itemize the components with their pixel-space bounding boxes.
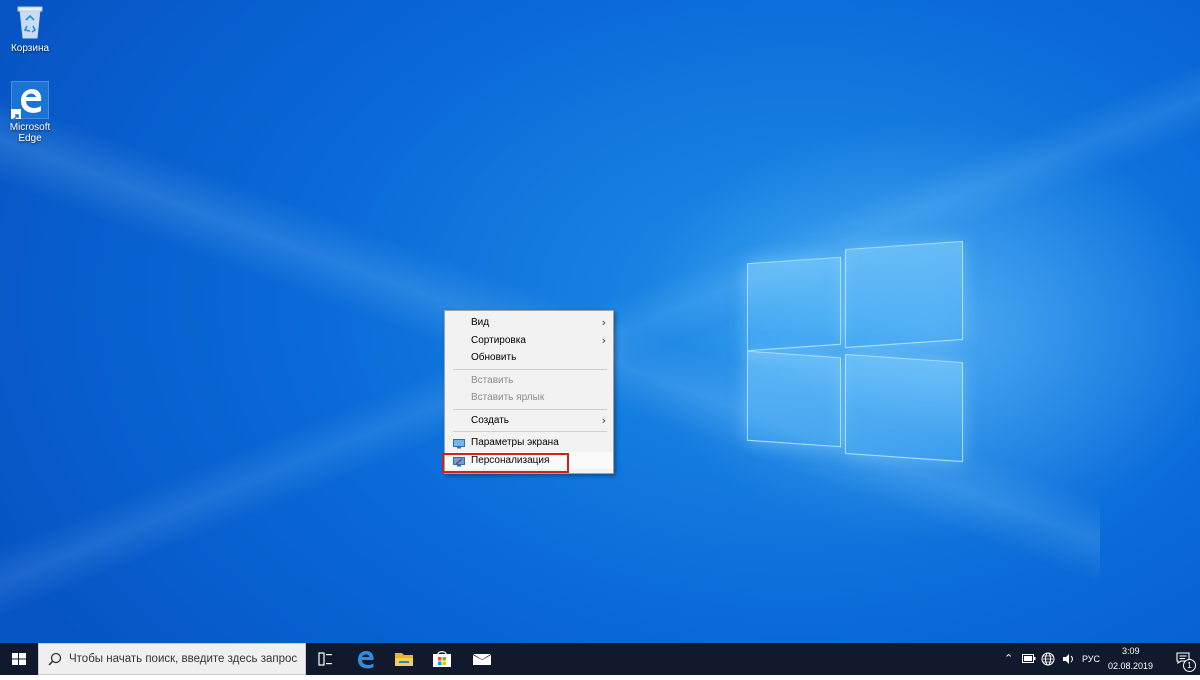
volume-icon[interactable] — [1061, 652, 1075, 666]
store-icon — [433, 651, 451, 667]
action-center-button[interactable]: 1 — [1168, 643, 1200, 675]
clock-time[interactable]: 3:09 — [1122, 646, 1140, 656]
menu-item-sort[interactable]: Сортировка › — [445, 332, 613, 350]
taskbar-store-button[interactable] — [422, 643, 462, 675]
menu-item-label: Создать — [471, 414, 510, 426]
menu-item-paste: Вставить — [445, 372, 613, 390]
taskbar-mail-button[interactable] — [462, 643, 502, 675]
personalization-icon — [453, 456, 465, 466]
menu-item-view[interactable]: Вид › — [445, 314, 613, 332]
system-tray: ⌃ РУС 3:09 02.08.2019 1 — [1000, 643, 1200, 675]
menu-item-personalization[interactable]: Персонализация — [445, 451, 613, 469]
menu-item-label: Параметры экрана — [471, 437, 559, 448]
menu-item-label: Персонализация — [471, 454, 550, 466]
menu-item-label: Вставить ярлык — [471, 392, 545, 403]
menu-item-paste-shortcut: Вставить ярлык — [445, 389, 613, 407]
shortcut-arrow-icon — [11, 109, 21, 121]
file-explorer-icon — [395, 653, 413, 666]
menu-item-label: Сортировка — [471, 334, 526, 346]
edge-icon — [358, 651, 374, 669]
recycle-bin-shortcut[interactable]: Корзина — [0, 4, 60, 54]
task-view-button[interactable] — [306, 643, 346, 675]
menu-separator — [453, 431, 607, 432]
menu-item-label: Вид — [471, 317, 490, 328]
clock-date[interactable]: 02.08.2019 — [1108, 661, 1153, 671]
network-globe-icon[interactable] — [1041, 652, 1055, 666]
edge-label-line1: Microsoft — [9, 122, 51, 133]
show-hidden-icons-chevron[interactable]: ⌃ — [1004, 652, 1013, 665]
input-language-indicator[interactable]: РУС — [1082, 654, 1100, 664]
submenu-arrow-icon: › — [601, 316, 606, 329]
recycle-bin-label: Корзина — [10, 43, 50, 54]
notification-count-badge: 1 — [1183, 659, 1196, 672]
mail-icon — [473, 654, 491, 665]
desktop-context-menu: Вид › Сортировка › Обновить Вставить Вст… — [444, 310, 614, 474]
menu-item-label: Обновить — [471, 352, 517, 363]
taskbar-file-explorer-button[interactable] — [384, 643, 424, 675]
taskbar-search-box[interactable]: Чтобы начать поиск, введите здесь запрос — [38, 643, 306, 675]
edge-label-line2: Edge — [18, 133, 42, 144]
taskbar: Чтобы начать поиск, введите здесь запрос — [0, 643, 1200, 675]
menu-item-new[interactable]: Создать › — [445, 412, 613, 430]
menu-item-refresh[interactable]: Обновить — [445, 349, 613, 367]
menu-separator — [453, 368, 607, 370]
submenu-arrow-icon: › — [601, 333, 606, 347]
edge-icon — [11, 81, 49, 121]
battery-icon[interactable] — [1022, 654, 1036, 663]
submenu-arrow-icon: › — [601, 413, 606, 427]
task-view-icon — [318, 652, 332, 666]
menu-separator — [453, 408, 607, 410]
search-icon — [48, 652, 62, 666]
recycle-bin-icon — [15, 4, 45, 40]
menu-item-display-settings[interactable]: Параметры экрана — [445, 434, 613, 452]
windows-logo-wallpaper — [745, 240, 965, 463]
start-button[interactable] — [0, 643, 38, 675]
microsoft-edge-shortcut[interactable]: Microsoft Edge — [0, 81, 60, 144]
display-settings-icon — [453, 438, 465, 449]
taskbar-edge-button[interactable] — [346, 643, 386, 675]
desktop-background[interactable]: Корзина Microsoft Edge Вид › Сортировка … — [0, 0, 1200, 643]
search-placeholder: Чтобы начать поиск, введите здесь запрос — [69, 653, 298, 665]
menu-item-label: Вставить — [471, 374, 514, 386]
windows-start-icon — [12, 653, 26, 665]
